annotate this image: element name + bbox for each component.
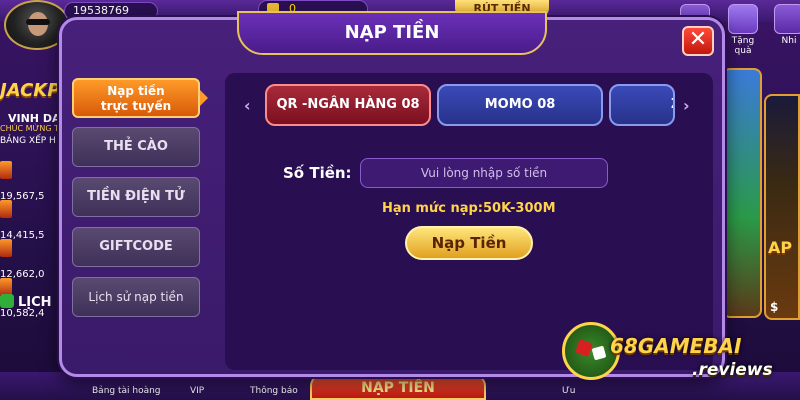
method-tab-qr-bank[interactable]: QR -NGÂN HÀNG 08	[265, 84, 431, 126]
tab-giftcode[interactable]: GIFTCODE	[72, 227, 200, 267]
bottom-nav-item[interactable]: Thông báo	[250, 386, 298, 396]
congrats-label: CHÚC MỪNG T	[0, 124, 59, 133]
close-icon: ✕	[688, 27, 708, 52]
jackpot-title: JACKP	[0, 80, 61, 101]
modal-title: NẠP TIỀN	[237, 11, 547, 55]
leaderboard-row: 14,415,5	[0, 197, 62, 241]
game-icon	[0, 200, 12, 218]
chevron-right-icon[interactable]: ›	[683, 96, 690, 115]
tab-e-wallet[interactable]: TIỀN ĐIỆN TỬ	[72, 177, 200, 217]
dice-icon	[591, 345, 607, 361]
history-icon	[0, 294, 14, 308]
method-tab-z[interactable]: Z	[609, 84, 675, 126]
watermark-domain: .reviews	[692, 360, 773, 380]
more-button[interactable]: Nhi	[770, 0, 800, 52]
active-tab-arrow-icon	[200, 90, 208, 106]
game-card-title: AP	[768, 238, 793, 257]
game-card[interactable]	[722, 68, 762, 318]
history-button[interactable]: LỊCH S	[0, 294, 65, 310]
tab-label-line1: Nạp tiền	[107, 84, 165, 98]
deposit-limit-text: Hạn mức nạp:50K-300M	[382, 201, 556, 216]
amount-input[interactable]	[360, 158, 608, 188]
gift-icon	[728, 4, 758, 34]
deposit-submit-button[interactable]: Nạp Tiền	[405, 226, 533, 260]
leaderboard-row: 12,662,0	[0, 236, 62, 280]
watermark-brand: 68GAMEBAI	[610, 334, 742, 358]
leaderboard-label: BẢNG XẾP H	[0, 136, 56, 146]
chevron-left-icon[interactable]: ‹	[244, 96, 251, 115]
game-icon	[0, 161, 12, 179]
avatar-glasses	[26, 19, 50, 25]
tab-online-deposit[interactable]: Nạp tiền trực tuyến	[72, 78, 200, 118]
tab-label-line2: trực tuyến	[100, 99, 172, 113]
bottom-nav-item[interactable]: Bảng tài hoàng	[92, 386, 161, 396]
method-tab-momo[interactable]: MOMO 08	[437, 84, 603, 126]
dice-icon	[575, 339, 593, 357]
amount-label: Số Tiền:	[283, 164, 352, 182]
game-card-price: $	[770, 300, 779, 314]
bottom-nav-item[interactable]: VIP	[190, 386, 204, 396]
game-icon	[0, 239, 12, 257]
leaderboard-row: 19,567,5	[0, 158, 62, 202]
tab-card[interactable]: THẺ CÀO	[72, 127, 200, 167]
game-card[interactable]	[764, 94, 800, 320]
more-icon	[774, 4, 800, 34]
gift-label: Tặng quà	[731, 36, 755, 56]
tab-deposit-history[interactable]: Lịch sử nạp tiền	[72, 277, 200, 317]
close-button[interactable]: ✕	[682, 26, 714, 56]
deposit-bottom-button[interactable]: NẠP TIỀN	[310, 374, 486, 400]
gift-button[interactable]: Tặng quà	[724, 0, 762, 56]
bottom-nav-item[interactable]: Ưu	[562, 386, 575, 396]
more-label: Nhi	[781, 36, 797, 46]
